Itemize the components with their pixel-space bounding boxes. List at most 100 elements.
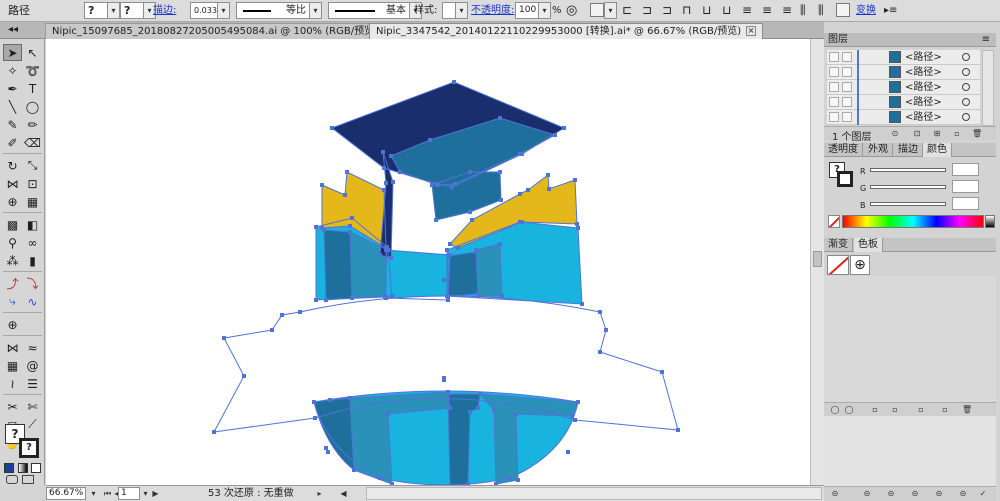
anchor-point[interactable]	[468, 210, 472, 214]
anchor-point[interactable]	[343, 193, 347, 197]
align-right-icon[interactable]: ⊐	[662, 2, 672, 19]
collapse-panel-icon[interactable]: ◂◂	[8, 24, 18, 35]
scroll-left-icon[interactable]: ◀	[338, 487, 349, 500]
symbol-sprayer-tool-icon[interactable]: ⁂	[3, 252, 22, 269]
anchor-point[interactable]	[492, 408, 496, 412]
zoom-input[interactable]: 66.67%	[46, 487, 86, 500]
anchor-point[interactable]	[320, 226, 324, 230]
anchor-point[interactable]	[453, 182, 457, 186]
layer-row[interactable]: <路径>	[827, 50, 980, 65]
transform-link[interactable]: 变换	[856, 2, 876, 19]
distribute-right-icon[interactable]: ⫼	[818, 2, 824, 19]
anchor-point[interactable]	[328, 398, 332, 402]
anchor-point[interactable]	[378, 253, 382, 257]
new-swatch-icon[interactable]: ▫	[916, 405, 926, 415]
knife-tool-icon[interactable]: ⟋	[23, 416, 42, 433]
anchor-point[interactable]	[448, 253, 452, 257]
anchor-point[interactable]	[476, 294, 480, 298]
envelope-tool-icon[interactable]: ⋈	[3, 339, 22, 356]
anchor-point[interactable]	[270, 328, 274, 332]
new-color-group-icon[interactable]: ▫	[890, 405, 900, 415]
brush-library-icon[interactable]: ⊝	[830, 489, 840, 499]
anchor-point[interactable]	[498, 170, 502, 174]
anchor-point[interactable]	[390, 294, 394, 298]
add-anchor-tool-icon[interactable]: ⤴	[3, 275, 22, 292]
align-bottom-icon[interactable]: ⊔	[722, 2, 731, 19]
make-clipping-mask-icon[interactable]: ⊡	[912, 129, 922, 139]
anchor-point[interactable]	[478, 392, 482, 396]
layer-row[interactable]: <路径>	[827, 65, 980, 80]
lock-toggle[interactable]	[842, 112, 852, 122]
anchor-point[interactable]	[348, 396, 352, 400]
opacity-dropdown[interactable]: ▾	[538, 2, 551, 19]
remove-stroke-icon[interactable]: ⊝	[862, 489, 872, 499]
target-icon[interactable]	[962, 113, 970, 121]
smooth-tool-icon[interactable]: ∿	[23, 293, 42, 310]
anchor-point[interactable]	[382, 188, 386, 192]
stroke-swatch[interactable]: ?	[120, 2, 144, 19]
distribute-top-icon[interactable]: ≡	[742, 2, 752, 19]
anchor-point[interactable]	[324, 446, 328, 450]
variable-width-profile[interactable]: 等比	[236, 2, 310, 19]
none-swatch[interactable]	[827, 255, 849, 275]
new-layer-icon[interactable]: ▫	[952, 129, 962, 139]
anchor-point[interactable]	[446, 294, 450, 298]
slider-b[interactable]	[870, 202, 946, 206]
isolate-icon[interactable]	[590, 3, 604, 17]
lock-toggle[interactable]	[842, 97, 852, 107]
visibility-toggle[interactable]	[829, 112, 839, 122]
tab-swatches[interactable]: 色板	[854, 238, 883, 252]
show-kinds-icon[interactable]: ◯	[844, 405, 854, 415]
anchor-point[interactable]	[448, 406, 452, 410]
anchor-point[interactable]	[446, 298, 450, 302]
convert-anchor-tool-icon[interactable]: ⤵	[23, 275, 42, 292]
anchor-point[interactable]	[498, 116, 502, 120]
panel-menu-icon[interactable]: ▸≡	[884, 2, 897, 19]
isolate-dropdown[interactable]: ▾	[604, 2, 617, 19]
color-spectrum[interactable]	[842, 215, 984, 228]
opacity-label-link[interactable]: 不透明度:	[471, 2, 514, 19]
next-artboard-icon[interactable]: ▶	[150, 487, 161, 500]
align-hcenter-icon[interactable]: ⊐	[642, 2, 652, 19]
graphic-style-swatch[interactable]	[442, 2, 456, 19]
warp-tool-icon[interactable]: ≈	[23, 339, 42, 356]
anchor-point[interactable]	[498, 242, 502, 246]
lock-toggle[interactable]	[842, 52, 852, 62]
anchor-point[interactable]	[576, 400, 580, 404]
anchor-point[interactable]	[384, 296, 388, 300]
locate-object-icon[interactable]: ⊙	[890, 129, 900, 139]
black-white-ramp[interactable]	[985, 215, 995, 228]
stroke-indicator[interactable]: ?	[19, 438, 39, 458]
anchor-point[interactable]	[520, 220, 524, 224]
width-tool-icon[interactable]: ⋈	[3, 175, 22, 192]
opacity-input[interactable]: 100	[515, 2, 539, 19]
ellipse-tool-icon[interactable]: ◯	[23, 98, 42, 115]
tab-transparency[interactable]: 透明度	[824, 143, 863, 157]
list-tool-icon[interactable]: ☰	[23, 375, 42, 392]
anchor-point[interactable]	[348, 230, 352, 234]
twirl-tool-icon[interactable]: @	[23, 357, 42, 374]
anchor-point[interactable]	[468, 410, 472, 414]
anchor-point[interactable]	[562, 126, 566, 130]
target-icon[interactable]	[962, 83, 970, 91]
close-icon[interactable]: ×	[746, 26, 757, 36]
zoom-dropdown-icon[interactable]: ▾	[88, 487, 99, 500]
anchor-point[interactable]	[446, 390, 450, 394]
anchor-point[interactable]	[516, 478, 520, 482]
target-icon[interactable]	[962, 98, 970, 106]
anchor-point[interactable]	[389, 256, 393, 260]
slider-r[interactable]	[870, 168, 946, 172]
color-stroke-indicator[interactable]	[837, 171, 853, 187]
input-r[interactable]	[952, 163, 979, 176]
distribute-left-icon[interactable]: ⫼	[800, 2, 806, 19]
anchor-point[interactable]	[547, 187, 551, 191]
align-vcenter-icon[interactable]: ⊔	[702, 2, 711, 19]
anchor-point[interactable]	[384, 181, 388, 185]
target-icon[interactable]	[962, 53, 970, 61]
anchor-point[interactable]	[575, 222, 579, 226]
anchor-point[interactable]	[212, 430, 216, 434]
tab-document-2[interactable]: Nipic_3347542_20140122110229953000 [转换].…	[369, 23, 764, 39]
layer-row[interactable]: <路径>	[827, 80, 980, 95]
anchor-point[interactable]	[298, 310, 302, 314]
input-b[interactable]	[952, 197, 979, 210]
